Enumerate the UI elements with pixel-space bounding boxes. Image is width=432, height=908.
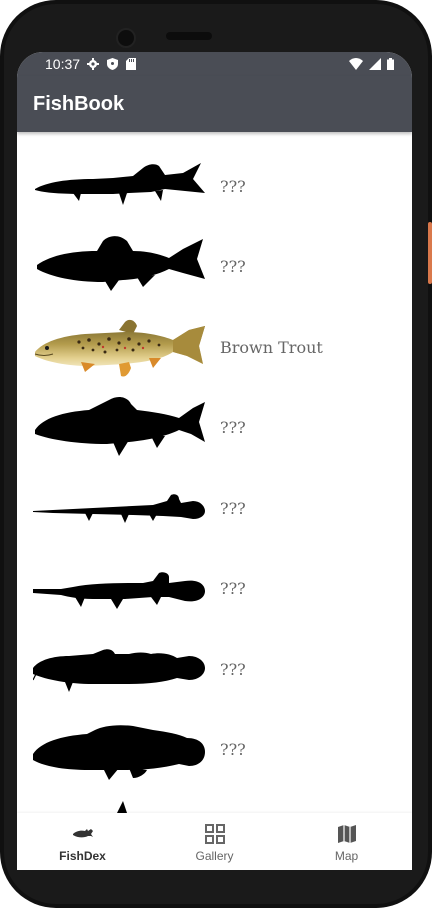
catfish-silhouette-icon <box>33 649 205 692</box>
fish-silhouette-catfish <box>33 632 205 712</box>
pike-silhouette-icon <box>35 163 205 205</box>
needlefish-silhouette-icon <box>33 494 205 523</box>
fish-silhouette-partial <box>33 793 205 813</box>
fish-photo-brown-trout <box>33 310 205 390</box>
power-button <box>428 222 432 284</box>
fish-silhouette-bowfin <box>33 712 205 792</box>
fish-list-item[interactable] <box>17 793 412 813</box>
front-camera <box>116 28 136 48</box>
fish-silhouette-trout <box>33 229 205 309</box>
fish-list-item[interactable]: ??? <box>17 551 412 631</box>
fish-list-item[interactable]: Brown Trout <box>17 310 412 390</box>
fish-silhouette-needlefish <box>33 471 205 551</box>
cellular-signal-icon <box>369 58 381 70</box>
nav-item-fishdex[interactable]: FishDex <box>17 813 148 870</box>
nav-label-gallery: Gallery <box>195 849 234 863</box>
fish-list[interactable]: ??? ??? Brown Trout ??? ??? ??? ??? ??? <box>17 132 412 813</box>
wifi-icon <box>349 58 363 70</box>
screen: 10:37 FishBook ??? ??? Brown Trout ??? ?… <box>17 52 412 870</box>
partial-silhouette-icon <box>117 801 127 813</box>
nav-label-map: Map <box>334 849 359 863</box>
grid-icon <box>205 824 225 844</box>
shield-icon <box>107 58 118 70</box>
sd-card-icon <box>126 58 136 70</box>
fish-name: ??? <box>220 579 246 598</box>
fish-list-item[interactable]: ??? <box>17 149 412 229</box>
fish-silhouette-bass <box>33 390 205 470</box>
fish-name: ??? <box>220 418 246 437</box>
gar-silhouette-icon <box>33 572 205 609</box>
settings-gear-icon <box>87 58 99 70</box>
trout-silhouette-icon <box>37 236 205 291</box>
earpiece-speaker <box>166 32 212 40</box>
fish-name: ??? <box>220 499 246 518</box>
battery-icon <box>387 58 394 70</box>
fish-silhouette-pike <box>33 149 205 229</box>
fish-list-item[interactable]: ??? <box>17 471 412 551</box>
fish-icon <box>73 829 93 838</box>
fish-name: ??? <box>220 660 246 679</box>
nav-item-map[interactable]: Map <box>281 813 412 870</box>
bottom-navigation: FishDex Gallery Map <box>17 813 412 870</box>
app-bar: FishBook <box>17 76 412 132</box>
phone-frame: 10:37 FishBook ??? ??? Brown Trout ??? ?… <box>0 0 432 908</box>
status-time: 10:37 <box>45 56 81 72</box>
fish-list-item[interactable]: ??? <box>17 229 412 309</box>
fish-name: ??? <box>220 257 246 276</box>
brown-trout-image <box>34 319 205 377</box>
nav-item-gallery[interactable]: Gallery <box>149 813 280 870</box>
app-title: FishBook <box>33 93 125 115</box>
status-bar: 10:37 <box>17 52 412 76</box>
map-icon <box>338 825 356 843</box>
fish-list-item[interactable]: ??? <box>17 390 412 470</box>
fish-name: ??? <box>220 177 246 196</box>
fish-list-item[interactable]: ??? <box>17 712 412 792</box>
fish-silhouette-gar <box>33 551 205 631</box>
nav-label-fishdex: FishDex <box>59 849 106 863</box>
bowfin-silhouette-icon <box>33 725 205 780</box>
fish-name: ??? <box>220 740 246 759</box>
bass-silhouette-icon <box>35 396 205 456</box>
fish-name: Brown Trout <box>220 338 323 357</box>
fish-list-item[interactable]: ??? <box>17 632 412 712</box>
